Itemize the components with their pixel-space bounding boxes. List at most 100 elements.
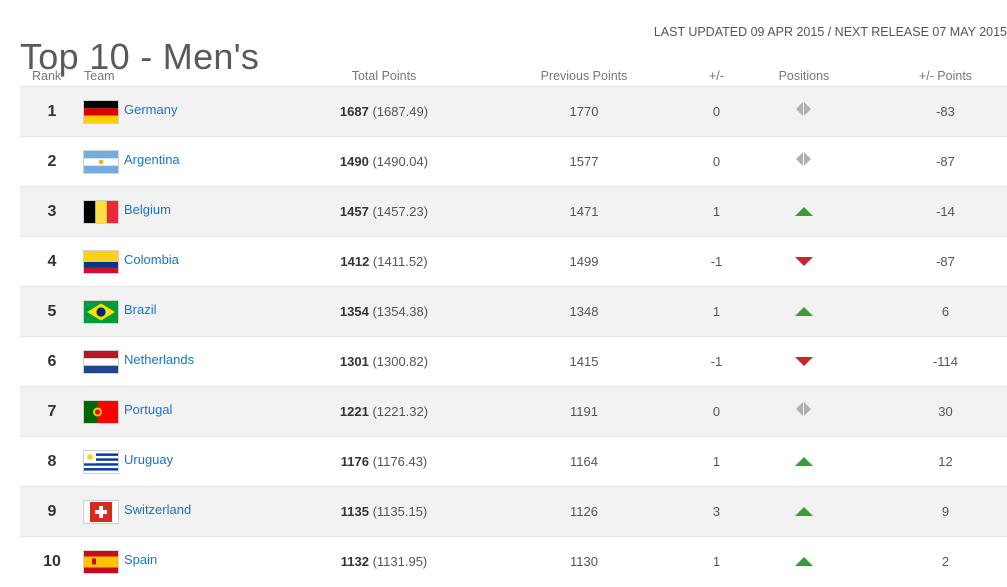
team-link[interactable]: Netherlands [124, 352, 194, 367]
total-points-cell: 1301 (1300.82) [309, 336, 459, 387]
team-link[interactable]: Brazil [124, 302, 157, 317]
diff-cell: 3 [709, 486, 724, 537]
diff-cell: 1 [709, 436, 724, 487]
header-previous-points[interactable]: Previous Points [459, 66, 709, 87]
rank-cell: 3 [20, 186, 84, 237]
team-link[interactable]: Portugal [124, 402, 172, 417]
argentina-flag-icon [84, 150, 118, 173]
diff-cell: 1 [709, 186, 724, 237]
total-points: 1135 [340, 504, 369, 519]
switzerland-flag-icon [84, 500, 118, 523]
table-row: 8 Uruguay 1176 (1176.43) 1164 1 12 [20, 436, 1007, 487]
rank-cell: 1 [20, 86, 84, 137]
positions-cell [723, 86, 884, 137]
points-diff-cell: 2 [883, 536, 1007, 587]
table-row: 10 Spain 1132 (1131.95) 1130 1 2 [20, 536, 1007, 587]
rank-cell: 5 [20, 286, 84, 337]
previous-points-cell: 1130 [459, 536, 709, 587]
points-diff-cell: -14 [883, 186, 1007, 237]
previous-points-cell: 1770 [459, 86, 709, 137]
table-row: 4 Colombia 1412 (1411.52) 1499 -1 -87 [20, 236, 1007, 287]
netherlands-flag-icon [84, 350, 118, 373]
spain-flag-icon [84, 550, 118, 573]
diff-cell: -1 [709, 336, 724, 387]
arrow-up-icon [794, 207, 813, 216]
no-change-icon [796, 402, 812, 416]
positions-cell [723, 286, 884, 337]
points-diff-cell: -87 [883, 136, 1007, 187]
ranking-table: Rank Team Total Points Previous Points +… [20, 66, 1007, 587]
header-rank[interactable]: Rank [20, 66, 84, 87]
belgium-flag-icon [84, 200, 118, 223]
previous-points-cell: 1415 [459, 336, 709, 387]
previous-points-cell: 1164 [459, 436, 709, 487]
total-points-cell: 1132 (1131.95) [309, 536, 459, 587]
team-link[interactable]: Uruguay [124, 452, 173, 467]
arrow-up-icon [794, 307, 813, 316]
previous-points-cell: 1471 [459, 186, 709, 237]
total-points-exact: (1300.82) [372, 354, 429, 369]
rank-cell: 9 [20, 486, 84, 537]
diff-cell: 1 [709, 286, 724, 337]
points-diff-cell: 30 [883, 386, 1007, 437]
positions-cell [723, 236, 884, 287]
total-points-exact: (1457.23) [372, 204, 429, 219]
rank-cell: 6 [20, 336, 84, 387]
points-diff-cell: 9 [883, 486, 1007, 537]
team-cell: Spain [84, 536, 309, 587]
positions-cell [723, 386, 884, 437]
total-points: 1132 [340, 554, 369, 570]
total-points-cell: 1457 (1457.23) [309, 186, 459, 237]
team-link[interactable]: Colombia [124, 252, 179, 267]
rank-cell: 2 [20, 136, 84, 187]
total-points-exact: (1221.32) [372, 404, 429, 419]
total-points-exact: (1687.49) [372, 104, 429, 119]
total-points-cell: 1135 (1135.15) [309, 486, 459, 537]
header-points-diff[interactable]: +/- Points [884, 66, 1007, 87]
total-points: 1221 [339, 404, 369, 419]
team-cell: Colombia [84, 236, 309, 287]
arrow-down-icon [794, 357, 813, 366]
release-info: LAST UPDATED 09 APR 2015 / NEXT RELEASE … [653, 25, 1007, 39]
table-row: 9 Switzerland 1135 (1135.15) 1126 3 9 [20, 486, 1007, 537]
positions-cell [723, 486, 884, 537]
total-points-cell: 1490 (1490.04) [309, 136, 459, 187]
table-row: 1 Germany 1687 (1687.49) 1770 0 -83 [20, 86, 1007, 137]
positions-cell [723, 136, 884, 187]
positions-cell [723, 536, 884, 587]
team-link[interactable]: Spain [124, 552, 157, 567]
total-points: 1457 [339, 204, 369, 219]
team-cell: Germany [84, 86, 309, 137]
header-team[interactable]: Team [84, 66, 309, 87]
total-points-exact: (1131.95) [372, 554, 428, 570]
header-diff[interactable]: +/- [709, 66, 724, 87]
no-change-icon [796, 102, 812, 116]
positions-cell [723, 436, 884, 487]
portugal-flag-icon [84, 400, 118, 423]
total-points: 1412 [340, 254, 370, 269]
points-diff-cell: -83 [883, 86, 1007, 137]
team-link[interactable]: Argentina [124, 152, 180, 167]
total-points-cell: 1176 (1176.43) [309, 436, 459, 487]
total-points-exact: (1411.52) [372, 254, 428, 269]
total-points-exact: (1490.04) [372, 154, 429, 169]
diff-cell: -1 [709, 236, 724, 287]
header-positions[interactable]: Positions [724, 66, 884, 87]
header-total-points[interactable]: Total Points [309, 66, 459, 87]
total-points-exact: (1354.38) [372, 304, 429, 319]
previous-points-cell: 1348 [459, 286, 709, 337]
team-cell: Portugal [84, 386, 309, 437]
points-diff-cell: 6 [883, 286, 1007, 337]
team-link[interactable]: Switzerland [124, 502, 191, 517]
arrow-up-icon [794, 507, 813, 516]
arrow-down-icon [794, 257, 813, 266]
previous-points-cell: 1191 [459, 386, 709, 437]
team-link[interactable]: Germany [124, 102, 177, 117]
brazil-flag-icon [84, 300, 118, 323]
team-link[interactable]: Belgium [124, 202, 171, 217]
germany-flag-icon [84, 100, 118, 123]
diff-cell: 1 [709, 536, 724, 587]
table-row: 7 Portugal 1221 (1221.32) 1191 0 30 [20, 386, 1007, 437]
positions-cell [723, 336, 884, 387]
total-points: 1301 [339, 354, 369, 369]
